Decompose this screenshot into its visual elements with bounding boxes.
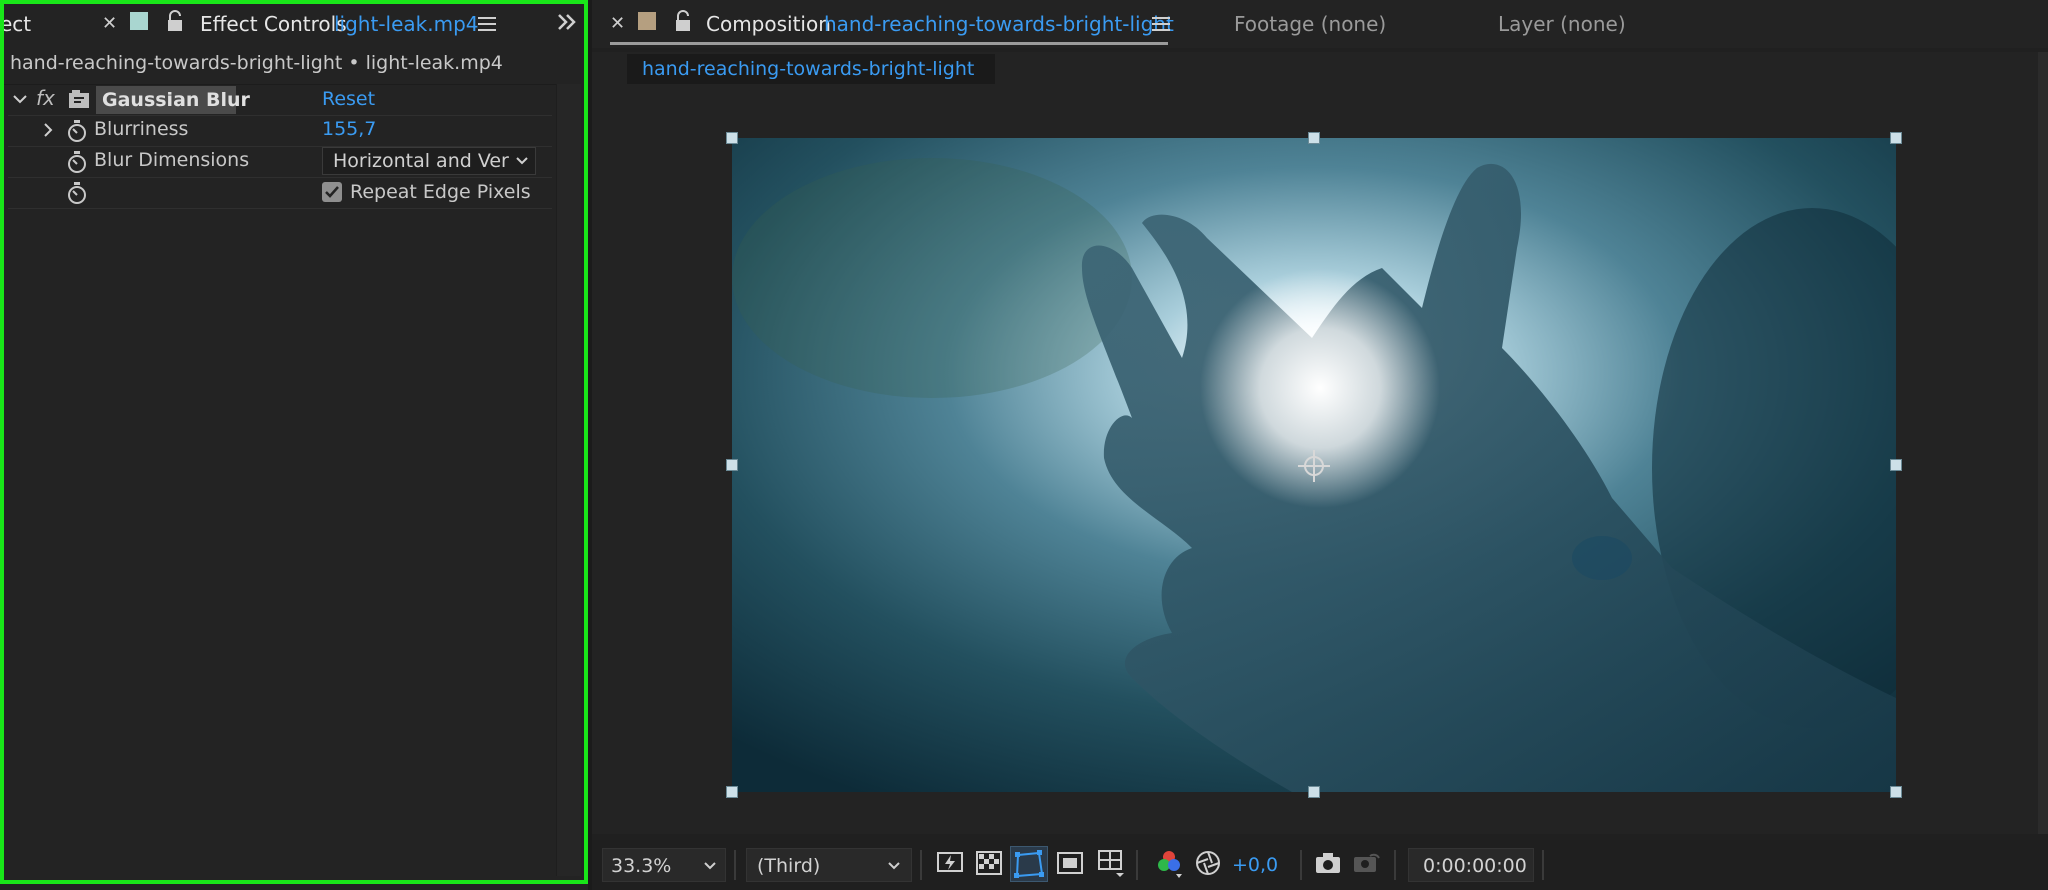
partial-tab-label[interactable]: ect: [0, 0, 31, 48]
toolbar-separator: [920, 850, 922, 880]
region-of-interest-icon[interactable]: [1056, 851, 1084, 875]
checkmark-icon: [325, 186, 339, 198]
mask-path-icon: [1014, 850, 1044, 878]
blur-dimensions-dropdown[interactable]: Horizontal and Vertical: [322, 147, 536, 175]
stopwatch-icon[interactable]: [66, 150, 88, 174]
lock-icon[interactable]: [674, 10, 692, 32]
blurriness-value[interactable]: 155,7: [322, 118, 376, 140]
zoom-value: 33.3%: [611, 855, 672, 877]
transform-handle[interactable]: [1308, 786, 1320, 798]
panel-menu-icon[interactable]: [1152, 16, 1170, 32]
panel-color-swatch-icon: [130, 12, 148, 30]
effect-preset-icon[interactable]: [68, 89, 90, 109]
transform-handle[interactable]: [1308, 132, 1320, 144]
lock-icon[interactable]: [166, 10, 184, 32]
transform-handle[interactable]: [726, 786, 738, 798]
composition-tab-target[interactable]: hand-reaching-towards-bright-light: [824, 0, 1174, 48]
property-label-blurriness: Blurriness: [94, 118, 189, 140]
footage-tab[interactable]: Footage (none): [1234, 0, 1386, 48]
effect-controls-scrollbar[interactable]: [556, 84, 581, 876]
fast-previews-icon[interactable]: [936, 849, 964, 877]
property-row-blurriness: [8, 116, 552, 147]
toolbar-separator: [1542, 850, 1544, 880]
resolution-value: (Third): [757, 855, 821, 877]
repeat-edge-pixels-label[interactable]: Repeat Edge Pixels: [350, 181, 531, 203]
fx-toggle-icon[interactable]: fx: [36, 86, 55, 110]
transform-handle[interactable]: [1890, 459, 1902, 471]
toolbar-separator: [1394, 850, 1396, 880]
transform-handle[interactable]: [726, 459, 738, 471]
toolbar-separator: [734, 850, 736, 880]
panel-menu-icon[interactable]: [478, 16, 496, 32]
repeat-edge-pixels-checkbox[interactable]: [322, 182, 342, 202]
effect-controls-tab-title[interactable]: Effect Controls: [200, 0, 347, 48]
stopwatch-icon[interactable]: [66, 181, 88, 205]
double-chevron-icon[interactable]: [556, 12, 578, 32]
transform-handle[interactable]: [1890, 132, 1902, 144]
composition-color-swatch-icon: [638, 12, 656, 30]
chevron-right-icon[interactable]: [42, 122, 54, 138]
composition-frame-image[interactable]: [732, 138, 1896, 792]
transform-handle[interactable]: [726, 132, 738, 144]
exposure-value[interactable]: +0,0: [1232, 848, 1278, 882]
zoom-dropdown[interactable]: 33.3%: [602, 848, 726, 882]
transparency-grid-icon[interactable]: [976, 851, 1002, 875]
reset-button[interactable]: Reset: [322, 88, 375, 110]
effect-name[interactable]: Gaussian Blur: [102, 86, 250, 114]
current-timecode: 0:00:00:00: [1423, 855, 1527, 877]
toolbar-separator: [1300, 850, 1302, 880]
chevron-down-icon: [516, 157, 528, 165]
transform-handle[interactable]: [1890, 786, 1902, 798]
resolution-dropdown[interactable]: (Third): [746, 848, 912, 882]
viewer-scrollbar[interactable]: [2038, 52, 2048, 834]
channel-rgb-icon[interactable]: [1154, 848, 1184, 880]
close-tab-icon[interactable]: ✕: [610, 0, 625, 48]
blur-dimensions-value: Horizontal and Vertical: [333, 150, 509, 172]
toolbar-separator: [1136, 850, 1138, 880]
snapshot-camera-icon[interactable]: [1314, 851, 1342, 875]
show-snapshot-icon[interactable]: [1352, 848, 1382, 876]
stopwatch-icon[interactable]: [66, 119, 88, 143]
composition-navigator-label[interactable]: hand-reaching-towards-bright-light: [642, 54, 974, 84]
chevron-down-icon: [704, 862, 716, 870]
composition-tab-title[interactable]: Composition: [706, 0, 831, 48]
layer-tab[interactable]: Layer (none): [1498, 0, 1626, 48]
effect-controls-tab-target[interactable]: light-leak.mp4: [334, 0, 479, 48]
active-tab-underline: [610, 42, 1168, 45]
effect-controls-breadcrumb: hand-reaching-towards-bright-light • lig…: [10, 52, 503, 74]
mask-path-toggle[interactable]: [1010, 846, 1048, 882]
grid-guides-icon[interactable]: [1096, 847, 1126, 879]
hand-light-image: [732, 138, 1896, 792]
close-tab-icon[interactable]: ✕: [102, 0, 117, 48]
reset-exposure-icon[interactable]: [1194, 849, 1222, 877]
timecode-field[interactable]: 0:00:00:00: [1408, 848, 1534, 882]
chevron-down-icon: [888, 862, 900, 870]
chevron-down-icon[interactable]: [12, 93, 28, 105]
property-label-blur-dimensions: Blur Dimensions: [94, 149, 250, 171]
